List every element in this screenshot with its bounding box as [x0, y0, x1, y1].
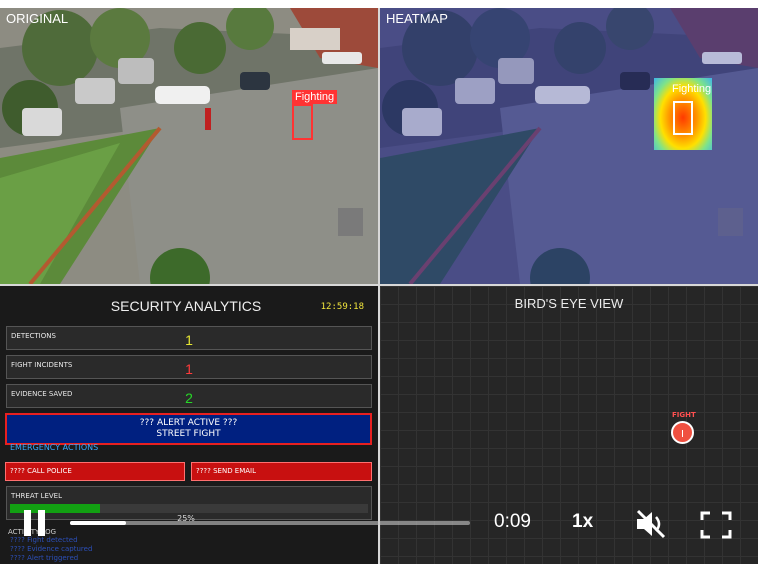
activity-log-entry: ???? Alert triggered [10, 554, 79, 562]
progress-bar[interactable] [70, 521, 470, 525]
detections-stat: DETECTIONS 1 [6, 326, 372, 350]
stat-value: 1 [185, 361, 193, 377]
alert-line-1: ??? ALERT ACTIVE ??? [139, 418, 238, 428]
video-controls: 0:09 1x [0, 500, 758, 550]
original-view: Fighting ORIGINAL [0, 8, 378, 284]
progress-fill [70, 521, 126, 525]
call-police-button[interactable]: ???? CALL POLICE [5, 462, 185, 481]
analytics-clock: 12:59:18 [320, 302, 364, 312]
emergency-actions-heading: EMERGENCY ACTIONS [10, 443, 99, 452]
pause-icon [24, 510, 31, 536]
time-display: 0:09 [494, 511, 531, 532]
original-scene-image [0, 8, 378, 284]
pause-button[interactable] [24, 510, 46, 536]
heatmap-view: Fighting HEATMAP [380, 8, 758, 284]
fighting-detection-box [292, 104, 313, 140]
send-email-button[interactable]: ???? SEND EMAIL [191, 462, 372, 481]
fight-marker-label: FIGHT [672, 411, 696, 419]
mute-button[interactable] [634, 508, 668, 540]
stat-value: 1 [185, 332, 193, 348]
fighting-detection-label: Fighting [292, 90, 338, 104]
heatmap-detection-label: Fighting [672, 83, 712, 95]
birds-eye-title: BIRD'S EYE VIEW [514, 296, 624, 311]
stat-value: 2 [185, 390, 193, 406]
vertical-divider [378, 8, 380, 564]
fullscreen-icon [700, 511, 732, 539]
evidence-saved-stat: EVIDENCE SAVED 2 [6, 384, 372, 408]
original-label: ORIGINAL [6, 11, 69, 26]
fight-location-marker [671, 421, 694, 444]
alert-banner: ??? ALERT ACTIVE ??? STREET FIGHT [5, 413, 372, 445]
fullscreen-button[interactable] [700, 511, 732, 539]
video-player[interactable]: Fighting ORIGINAL Fighting HEATMAP SECUR… [0, 8, 758, 564]
volume-muted-icon [636, 509, 666, 539]
fight-incidents-stat: FIGHT INCIDENTS 1 [6, 355, 372, 379]
alert-line-2: STREET FIGHT [156, 429, 221, 439]
pause-icon [38, 510, 45, 536]
horizontal-divider [0, 284, 758, 286]
playback-speed-button[interactable]: 1x [572, 511, 593, 533]
threat-level-label: THREAT LEVEL [11, 492, 63, 500]
analytics-title: SECURITY ANALYTICS [110, 298, 262, 314]
heatmap-label: HEATMAP [386, 11, 448, 26]
heatmap-detection-box [673, 101, 693, 135]
